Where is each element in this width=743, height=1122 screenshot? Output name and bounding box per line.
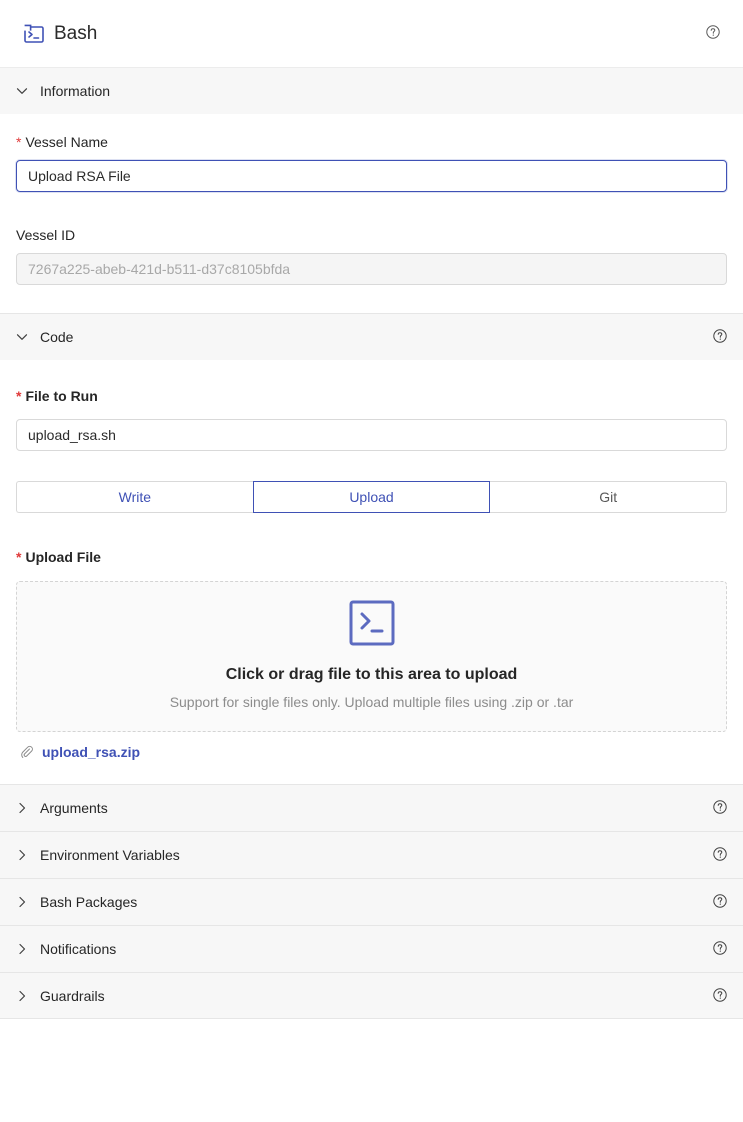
question-circle-icon[interactable] — [713, 988, 727, 1002]
chevron-right-icon — [16, 990, 28, 1002]
code-section-header[interactable]: Code — [0, 313, 743, 360]
file-to-run-input[interactable]: upload_rsa.sh — [16, 419, 727, 451]
uploaded-file-item[interactable]: upload_rsa.zip — [16, 744, 727, 760]
code-section-body: * File to Run upload_rsa.sh Write Upload… — [0, 360, 743, 784]
chevron-down-icon — [16, 331, 28, 343]
vessel-id-label: Vessel ID — [16, 227, 76, 243]
question-circle-icon[interactable] — [713, 847, 727, 861]
required-asterisk: * — [16, 388, 22, 404]
question-circle-icon[interactable] — [713, 800, 727, 814]
bash-packages-section-header[interactable]: Bash Packages — [0, 878, 743, 925]
section-title: Arguments — [40, 800, 108, 816]
terminal-icon — [23, 23, 45, 45]
notifications-section-header[interactable]: Notifications — [0, 925, 743, 972]
code-source-tabs: Write Upload Git — [16, 481, 728, 513]
vessel-name-input[interactable]: Upload RSA File — [16, 160, 727, 192]
paperclip-icon — [20, 745, 34, 759]
chevron-right-icon — [16, 943, 28, 955]
uploaded-file-name[interactable]: upload_rsa.zip — [42, 744, 140, 760]
upload-file-label: * Upload File — [16, 549, 101, 565]
page-title: Bash — [54, 22, 98, 44]
dropzone-hint: Support for single files only. Upload mu… — [169, 694, 574, 710]
guardrails-section-header[interactable]: Guardrails — [0, 972, 743, 1019]
chevron-right-icon — [16, 896, 28, 908]
information-section-body: * Vessel Name Upload RSA File Vessel ID … — [0, 114, 743, 313]
vessel-name-label: * Vessel Name — [16, 134, 108, 150]
arguments-section-header[interactable]: Arguments — [0, 784, 743, 831]
tab-write[interactable]: Write — [16, 481, 253, 513]
chevron-down-icon — [16, 85, 28, 97]
tab-upload[interactable]: Upload — [252, 481, 491, 513]
required-asterisk: * — [16, 549, 22, 565]
question-circle-icon[interactable] — [706, 25, 720, 39]
terminal-icon — [349, 600, 395, 646]
file-to-run-label: * File to Run — [16, 388, 98, 404]
required-asterisk: * — [16, 134, 22, 150]
environment-variables-section-header[interactable]: Environment Variables — [0, 831, 743, 878]
question-circle-icon[interactable] — [713, 329, 727, 343]
tab-git[interactable]: Git — [490, 481, 728, 513]
vessel-id-input: 7267a225-abeb-421d-b511-d37c8105bfda — [16, 253, 727, 285]
upload-dropzone[interactable]: Click or drag file to this area to uploa… — [16, 581, 727, 732]
section-title: Bash Packages — [40, 894, 138, 910]
section-title: Guardrails — [40, 987, 105, 1004]
dropzone-title: Click or drag file to this area to uploa… — [225, 666, 518, 683]
section-title: Information — [40, 83, 111, 99]
question-circle-icon[interactable] — [713, 941, 727, 955]
section-title: Notifications — [40, 941, 117, 957]
section-title: Code — [40, 329, 74, 345]
section-title: Environment Variables — [40, 847, 180, 863]
information-section-header[interactable]: Information — [0, 68, 743, 114]
question-circle-icon[interactable] — [713, 894, 727, 908]
chevron-right-icon — [16, 849, 28, 861]
page-header: Bash — [0, 0, 743, 68]
chevron-right-icon — [16, 802, 28, 814]
